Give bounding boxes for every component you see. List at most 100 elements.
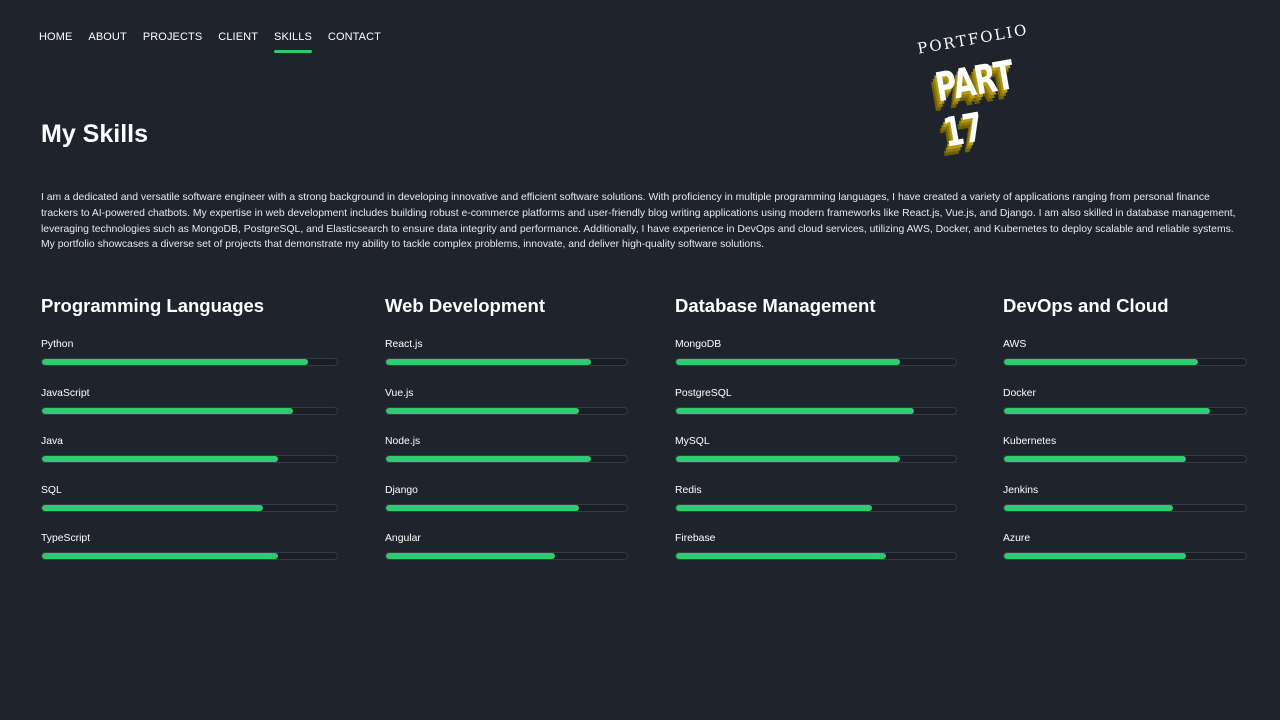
skill-name: Kubernetes [1003,436,1057,447]
skill-progress-fill [386,504,579,511]
skill-progress-fill [1004,407,1210,414]
skill-progress-fill [1004,456,1186,462]
skill-progress-fill [386,456,591,462]
page-title: My Skills [41,120,148,148]
skill-item: Redis [675,477,957,526]
skill-item: SQL [41,477,338,526]
skill-item: Kubernetes [1003,428,1247,477]
skill-item: Vue.js [385,380,628,429]
skill-item: Node.js [385,428,628,477]
skill-progress-bar [1003,358,1247,366]
skill-progress-bar [41,358,338,366]
category-title: Database Management [675,295,876,316]
skill-progress-bar [1003,455,1247,463]
skill-item: AWS [1003,331,1247,380]
top-nav: HOME ABOUT PROJECTS CLIENT SKILLS CONTAC… [39,31,397,53]
skill-progress-fill [42,407,293,414]
skill-name: Django [385,484,418,496]
skill-item: React.js [385,331,628,380]
skill-item: TypeScript [41,525,338,574]
logo-part-text: PART 17 [932,52,1018,157]
portfolio-page: HOME ABOUT PROJECTS CLIENT SKILLS CONTAC… [0,0,1280,720]
skill-progress-bar [385,503,628,512]
skill-progress-bar [41,455,338,463]
intro-paragraph: I am a dedicated and versatile software … [41,192,1236,251]
skill-progress-fill [386,553,555,559]
skill-progress-bar [41,406,338,415]
skill-name: Docker [1003,387,1036,399]
skill-item: Firebase [675,525,957,574]
skill-progress-bar [385,358,628,366]
skill-progress-fill [42,504,264,511]
category-programming-languages: Programming Languages Python JavaScript … [41,295,338,574]
skill-progress-bar [675,406,957,415]
skill-progress-fill [676,407,914,414]
category-title: DevOps and Cloud [1003,295,1169,316]
skill-progress-fill [386,407,579,414]
skill-progress-bar [675,552,957,560]
skill-name: PostgreSQL [675,387,732,399]
nav-client[interactable]: CLIENT [218,31,258,43]
skill-item: Docker [1003,380,1247,429]
nav-skills[interactable]: SKILLS [274,31,312,53]
skill-name: React.js [385,339,423,350]
skill-progress-bar [41,552,338,560]
skill-progress-bar [385,455,628,463]
skill-progress-fill [42,456,278,462]
skill-progress-fill [1004,359,1198,365]
skill-progress-fill [42,553,278,559]
nav-home[interactable]: HOME [39,31,72,43]
skill-item: PostgreSQL [675,380,957,429]
skill-name: Angular [385,533,421,544]
skill-progress-fill [386,359,591,365]
skill-progress-fill [676,553,886,559]
skill-name: JavaScript [41,387,90,399]
skill-name: AWS [1003,339,1027,350]
skill-item: Python [41,331,338,380]
category-database-management: Database Management MongoDB PostgreSQL M… [675,295,957,574]
skill-name: TypeScript [41,533,91,544]
skill-progress-fill [42,359,308,365]
portfolio-part-logo: PORTFOLIO PART 17 [912,20,1062,156]
skill-progress-bar [385,552,628,560]
skill-progress-bar [1003,503,1247,512]
skill-name: Vue.js [385,387,414,399]
skill-item: Jenkins [1003,477,1247,526]
skill-item: MySQL [675,428,957,477]
skill-name: Firebase [675,533,716,544]
skill-item: MongoDB [675,331,957,380]
skill-progress-fill [676,456,900,462]
skill-progress-bar [675,455,957,463]
skill-item: Angular [385,525,628,574]
skill-progress-bar [385,406,628,415]
skill-item: JavaScript [41,380,338,429]
skill-name: MongoDB [675,339,722,350]
skill-name: MySQL [675,436,710,447]
skill-progress-fill [676,359,900,365]
category-devops-and-cloud: DevOps and Cloud AWS Docker Kubernetes J… [1003,295,1247,574]
skill-progress-bar [675,358,957,366]
skill-progress-fill [1004,504,1174,511]
skill-name: Java [41,436,63,447]
nav-projects[interactable]: PROJECTS [143,31,202,43]
nav-contact[interactable]: CONTACT [328,31,381,43]
nav-about[interactable]: ABOUT [88,31,126,43]
category-title: Web Development [385,295,546,316]
skill-name: SQL [41,484,62,496]
skill-progress-fill [1004,553,1186,559]
skill-name: Redis [675,484,702,496]
skill-name: Node.js [385,436,421,447]
skill-item: Java [41,428,338,477]
skill-progress-fill [676,504,872,511]
skill-item: Azure [1003,525,1247,574]
category-title: Programming Languages [41,295,265,316]
skill-name: Azure [1003,533,1031,544]
skill-name: Python [41,339,74,350]
skill-item: Django [385,477,628,526]
skill-name: Jenkins [1003,484,1039,496]
skill-progress-bar [1003,406,1247,415]
skill-progress-bar [1003,552,1247,560]
skill-progress-bar [675,503,957,512]
category-web-development: Web Development React.js Vue.js Node.js … [385,295,628,574]
skill-progress-bar [41,503,338,512]
